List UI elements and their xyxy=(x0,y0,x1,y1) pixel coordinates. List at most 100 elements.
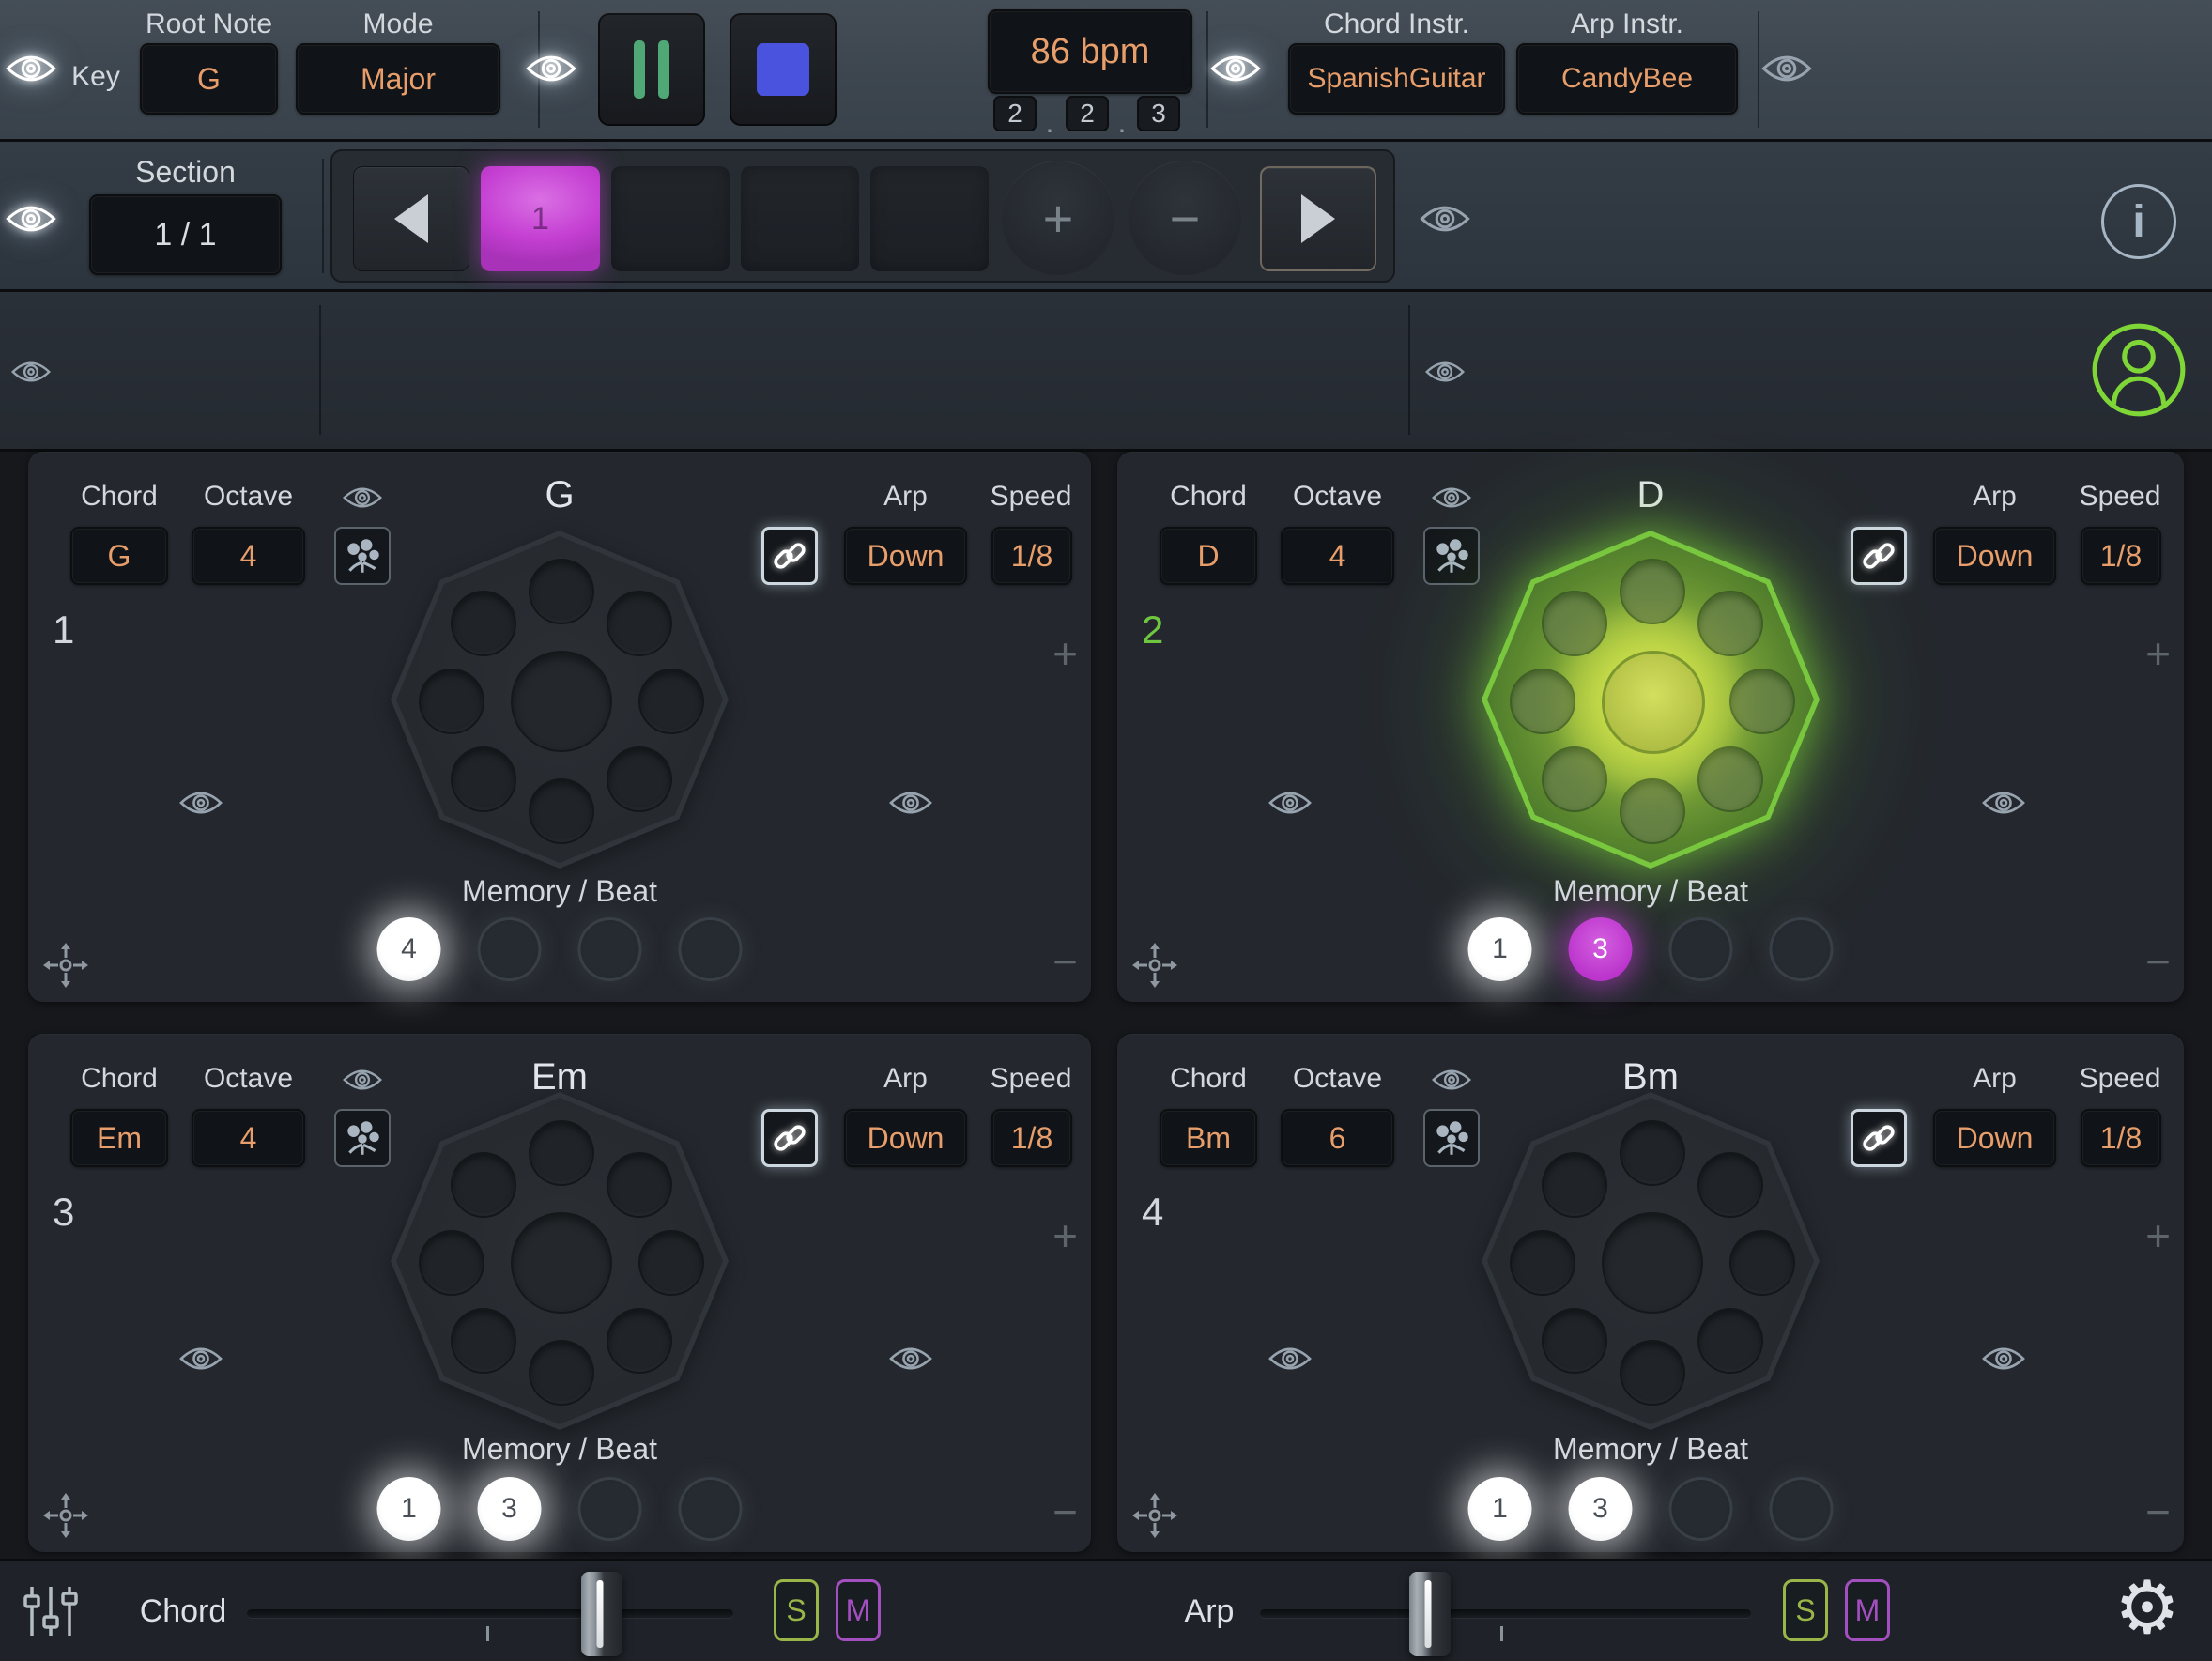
note-button[interactable] xyxy=(607,746,672,812)
key-section-eye-icon[interactable] xyxy=(5,52,57,90)
settings-gear-icon[interactable]: ⚙ xyxy=(2114,1566,2180,1651)
note-button[interactable] xyxy=(451,1308,516,1374)
note-button[interactable] xyxy=(1620,559,1685,624)
chord-volume-handle[interactable] xyxy=(581,1572,622,1656)
move-handle[interactable] xyxy=(41,1491,90,1545)
note-button[interactable] xyxy=(419,669,484,734)
note-button[interactable] xyxy=(1697,746,1763,812)
add-section-button[interactable]: + xyxy=(1002,161,1114,275)
chord-octagon-pad[interactable] xyxy=(391,531,729,869)
chord-value-box[interactable]: Em xyxy=(70,1109,168,1167)
note-button[interactable] xyxy=(1542,591,1607,656)
pause-button[interactable] xyxy=(598,13,705,126)
note-button[interactable] xyxy=(1620,1120,1685,1186)
note-button[interactable] xyxy=(529,1120,594,1186)
memory-slot-2[interactable]: 3 xyxy=(1569,917,1633,981)
memory-slot-2[interactable] xyxy=(478,917,542,981)
note-button[interactable] xyxy=(1542,746,1607,812)
root-note-box[interactable]: G xyxy=(140,43,278,115)
pad-minus-icon[interactable]: − xyxy=(2145,1486,2171,1537)
note-button[interactable] xyxy=(1510,1230,1575,1296)
note-button[interactable] xyxy=(607,1152,672,1218)
pad-left-eye-icon[interactable] xyxy=(178,788,223,823)
note-button[interactable] xyxy=(529,559,594,624)
octave-value-box[interactable]: 4 xyxy=(1281,527,1394,585)
arp-link-button[interactable] xyxy=(761,527,818,585)
transport-eye-icon[interactable] xyxy=(525,52,577,90)
arp-instr-box[interactable]: CandyBee xyxy=(1516,43,1738,115)
pad-right-eye-icon[interactable] xyxy=(888,1344,933,1378)
section-row-eye-icon[interactable] xyxy=(1419,202,1471,240)
chord-mute-button[interactable]: M xyxy=(836,1579,881,1641)
arp-mode-box[interactable]: Down xyxy=(1933,527,2056,585)
pad-plus-icon[interactable]: + xyxy=(1052,628,1078,679)
arp-mode-box[interactable]: Down xyxy=(1933,1109,2056,1167)
chord-octagon-pad[interactable] xyxy=(1482,531,1820,869)
arp-mute-button[interactable]: M xyxy=(1845,1579,1890,1641)
memory-slot-2[interactable]: 3 xyxy=(1569,1477,1633,1541)
note-button[interactable] xyxy=(451,591,516,656)
memory-slot-3[interactable] xyxy=(1669,917,1733,981)
time-sig-box-2[interactable]: 2 xyxy=(1066,96,1109,131)
left-panel-eye-icon[interactable] xyxy=(10,358,52,391)
speed-value-box[interactable]: 1/8 xyxy=(2081,1109,2161,1167)
section-tile-1[interactable]: 1 xyxy=(481,166,600,271)
pad-left-eye-icon[interactable] xyxy=(1267,1344,1313,1378)
pad-left-eye-icon[interactable] xyxy=(1267,788,1313,823)
note-button[interactable] xyxy=(1697,591,1763,656)
note-button[interactable] xyxy=(419,1230,484,1296)
note-button[interactable] xyxy=(1729,1230,1795,1296)
memory-slot-4[interactable] xyxy=(1770,917,1834,981)
note-spread-button[interactable] xyxy=(334,1109,391,1167)
section-tile-3[interactable] xyxy=(741,166,859,271)
note-button[interactable] xyxy=(1697,1152,1763,1218)
note-button[interactable] xyxy=(529,778,594,844)
move-handle[interactable] xyxy=(1130,941,1179,994)
pad-plus-icon[interactable]: + xyxy=(2145,1210,2171,1261)
move-handle[interactable] xyxy=(1130,1491,1179,1545)
note-button[interactable] xyxy=(1542,1152,1607,1218)
chord-solo-button[interactable]: S xyxy=(774,1579,819,1641)
pad-minus-icon[interactable]: − xyxy=(2145,936,2171,987)
note-spread-button[interactable] xyxy=(1423,1109,1480,1167)
tempo-eye-icon[interactable] xyxy=(1209,52,1262,90)
speed-value-box[interactable]: 1/8 xyxy=(2081,527,2161,585)
chord-center-button[interactable] xyxy=(1602,651,1705,754)
note-button[interactable] xyxy=(451,746,516,812)
pad-right-eye-icon[interactable] xyxy=(888,788,933,823)
note-button[interactable] xyxy=(607,591,672,656)
pad-right-eye-icon[interactable] xyxy=(1981,788,2026,823)
chord-value-box[interactable]: G xyxy=(70,527,168,585)
section-tile-2[interactable] xyxy=(611,166,730,271)
chord-instr-box[interactable]: SpanishGuitar xyxy=(1288,43,1505,115)
time-sig-box-3[interactable]: 3 xyxy=(1137,96,1180,131)
chord-volume-slider[interactable] xyxy=(247,1609,733,1618)
section-prev-button[interactable] xyxy=(353,166,469,271)
arp-mode-box[interactable]: Down xyxy=(844,1109,967,1167)
section-next-button[interactable] xyxy=(1260,166,1376,271)
note-button[interactable] xyxy=(1542,1308,1607,1374)
memory-slot-1[interactable]: 4 xyxy=(377,917,441,981)
note-button[interactable] xyxy=(638,669,704,734)
chord-center-button[interactable] xyxy=(511,651,612,752)
arp-solo-button[interactable]: S xyxy=(1783,1579,1828,1641)
instruments-eye-icon[interactable] xyxy=(1760,52,1813,90)
memory-slot-4[interactable] xyxy=(679,917,743,981)
memory-slot-4[interactable] xyxy=(679,1477,743,1541)
note-spread-button[interactable] xyxy=(334,527,391,585)
arp-mode-box[interactable]: Down xyxy=(844,527,967,585)
mode-box[interactable]: Major xyxy=(296,43,500,115)
pad-plus-icon[interactable]: + xyxy=(1052,1210,1078,1261)
pad-plus-icon[interactable]: + xyxy=(2145,628,2171,679)
note-button[interactable] xyxy=(607,1308,672,1374)
chord-octagon-pad[interactable] xyxy=(391,1092,729,1430)
note-button[interactable] xyxy=(1620,1340,1685,1406)
memory-slot-3[interactable] xyxy=(578,917,642,981)
section-counter-box[interactable]: 1 / 1 xyxy=(89,194,282,275)
arp-link-button[interactable] xyxy=(1851,1109,1907,1167)
pad-right-eye-icon[interactable] xyxy=(1981,1344,2026,1378)
note-button[interactable] xyxy=(451,1152,516,1218)
memory-slot-1[interactable]: 1 xyxy=(377,1477,441,1541)
octave-value-box[interactable]: 4 xyxy=(192,527,305,585)
note-button[interactable] xyxy=(1729,669,1795,734)
